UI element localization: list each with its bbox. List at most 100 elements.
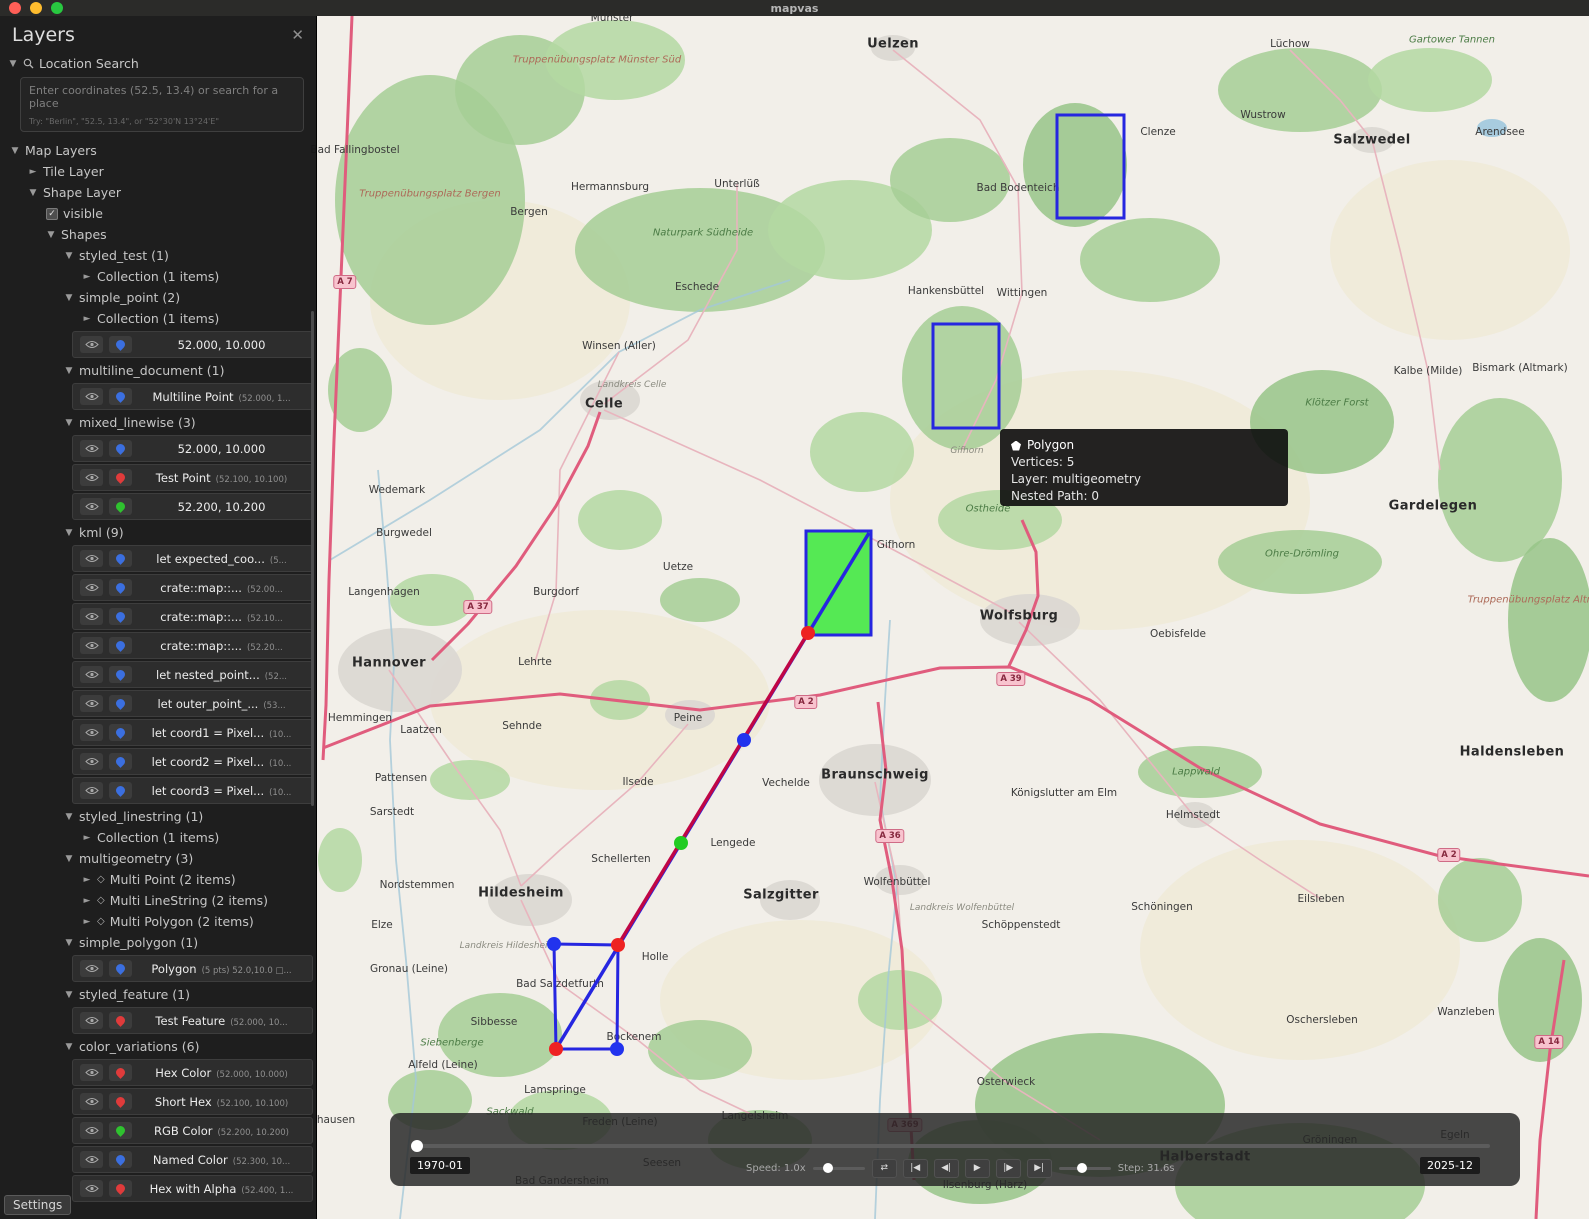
shape-style-button[interactable] — [109, 336, 132, 353]
visibility-eye-button[interactable] — [80, 1012, 103, 1029]
linestring-overlay[interactable] — [618, 633, 808, 945]
collapse-arrow-icon[interactable]: ▼ — [28, 188, 38, 198]
tree-group-collection-1-items[interactable]: ►Collection (1 items) — [0, 827, 316, 848]
play-button[interactable]: ▶ — [965, 1159, 990, 1178]
tree-group-multigeometry-3[interactable]: ▼multigeometry (3) — [0, 848, 316, 869]
shape-style-button[interactable] — [109, 1151, 132, 1168]
collapse-arrow-icon[interactable]: ▼ — [64, 854, 74, 864]
tree-group-tile-layer[interactable]: ►Tile Layer — [0, 161, 316, 182]
timeline-slider[interactable] — [414, 1144, 1490, 1148]
shape-item-let-expected-coo[interactable]: let expected_coo...(5... — [72, 545, 313, 572]
tree-group-styled-feature-1[interactable]: ▼styled_feature (1) — [0, 984, 316, 1005]
visibility-eye-button[interactable] — [80, 1180, 103, 1197]
visibility-eye-button[interactable] — [80, 1064, 103, 1081]
shape-style-button[interactable] — [109, 1122, 132, 1139]
tree-group-styled-test-1[interactable]: ▼styled_test (1) — [0, 245, 316, 266]
speed-slider[interactable] — [813, 1161, 865, 1175]
vertex-marker[interactable] — [611, 938, 625, 952]
collapse-arrow-icon[interactable]: ▼ — [64, 418, 74, 428]
shape-item-let-coord3-pixel[interactable]: let coord3 = Pixel...(10... — [72, 777, 313, 804]
skip-end-button[interactable]: ▶| — [1027, 1159, 1052, 1178]
expand-arrow-icon[interactable]: ► — [82, 833, 92, 843]
tree-group-styled-linestring-1[interactable]: ▼styled_linestring (1) — [0, 806, 316, 827]
visible-checkbox-row[interactable]: ✓visible — [0, 203, 316, 224]
speed-slider-track[interactable] — [813, 1167, 865, 1170]
shape-item-crate-map[interactable]: crate::map::...(52.00... — [72, 574, 313, 601]
shape-item-52-000-10-000[interactable]: 52.000, 10.000 — [72, 331, 313, 358]
collapse-arrow-icon[interactable]: ▼ — [64, 990, 74, 1000]
tree-group-multi-polygon-2-items[interactable]: ►◇Multi Polygon (2 items) — [0, 911, 316, 932]
shape-style-button[interactable] — [109, 960, 132, 977]
skip-start-button[interactable]: |◀ — [903, 1159, 928, 1178]
shape-item-crate-map[interactable]: crate::map::...(52.10... — [72, 603, 313, 630]
collapse-arrow-icon[interactable]: ▼ — [64, 938, 74, 948]
settings-button[interactable]: Settings — [4, 1195, 71, 1215]
visibility-eye-button[interactable] — [80, 753, 103, 770]
shape-item-hex-color[interactable]: Hex Color(52.000, 10.000) — [72, 1059, 313, 1086]
step-back-button[interactable]: ◀| — [934, 1159, 959, 1178]
tree-group-simple-polygon-1[interactable]: ▼simple_polygon (1) — [0, 932, 316, 953]
shape-style-button[interactable] — [109, 782, 132, 799]
timeline-slider-knob[interactable] — [411, 1140, 423, 1152]
vertex-marker[interactable] — [549, 1042, 563, 1056]
vertex-marker[interactable] — [674, 836, 688, 850]
tree-group-multi-linestring-2-items[interactable]: ►◇Multi LineString (2 items) — [0, 890, 316, 911]
shape-style-button[interactable] — [109, 724, 132, 741]
shape-style-button[interactable] — [109, 388, 132, 405]
collapse-arrow-icon[interactable]: ▼ — [64, 1042, 74, 1052]
collapse-arrow-icon[interactable]: ▼ — [64, 812, 74, 822]
expand-arrow-icon[interactable]: ► — [82, 917, 92, 927]
tree-group-multiline-document-1[interactable]: ▼multiline_document (1) — [0, 360, 316, 381]
shape-style-button[interactable] — [109, 666, 132, 683]
shape-item-named-color[interactable]: Named Color(52.300, 10... — [72, 1146, 313, 1173]
shape-item-let-coord2-pixel[interactable]: let coord2 = Pixel...(10... — [72, 748, 313, 775]
close-icon[interactable]: ✕ — [291, 26, 304, 44]
shape-item-test-point[interactable]: Test Point(52.100, 10.100) — [72, 464, 313, 491]
visibility-eye-button[interactable] — [80, 724, 103, 741]
collapse-arrow-icon[interactable]: ▼ — [10, 146, 20, 156]
vertex-marker[interactable] — [801, 626, 815, 640]
tree-group-kml-9[interactable]: ▼kml (9) — [0, 522, 316, 543]
expand-arrow-icon[interactable]: ► — [82, 896, 92, 906]
step-slider-knob[interactable] — [1077, 1163, 1087, 1173]
visibility-eye-button[interactable] — [80, 336, 103, 353]
visibility-eye-button[interactable] — [80, 440, 103, 457]
tree-group-map-layers[interactable]: ▼Map Layers — [0, 140, 316, 161]
tree-group-color-variations-6[interactable]: ▼color_variations (6) — [0, 1036, 316, 1057]
vertex-marker[interactable] — [737, 733, 751, 747]
shape-item-polygon[interactable]: Polygon(5 pts) 52.0,10.0 □... — [72, 955, 313, 982]
visibility-eye-button[interactable] — [80, 579, 103, 596]
collapse-arrow-icon[interactable]: ▼ — [64, 366, 74, 376]
tree-group-simple-point-2[interactable]: ▼simple_point (2) — [0, 287, 316, 308]
shape-item-let-coord1-pixel[interactable]: let coord1 = Pixel...(10... — [72, 719, 313, 746]
step-forward-button[interactable]: |▶ — [996, 1159, 1021, 1178]
visibility-eye-button[interactable] — [80, 550, 103, 567]
shape-item-hex-with-alpha[interactable]: Hex with Alpha(52.400, 1... — [72, 1175, 313, 1202]
shape-style-button[interactable] — [109, 1093, 132, 1110]
visible-checkbox[interactable]: ✓ — [46, 208, 58, 220]
search-input[interactable]: Enter coordinates (52.5, 13.4) or search… — [20, 77, 304, 132]
visibility-eye-button[interactable] — [80, 666, 103, 683]
shape-item-short-hex[interactable]: Short Hex(52.100, 10.100) — [72, 1088, 313, 1115]
shape-item-rgb-color[interactable]: RGB Color(52.200, 10.200) — [72, 1117, 313, 1144]
shape-style-button[interactable] — [109, 579, 132, 596]
collapse-arrow-icon[interactable]: ▼ — [46, 230, 56, 240]
collapse-arrow-icon[interactable]: ▼ — [64, 251, 74, 261]
rectangle-overlay[interactable] — [933, 324, 999, 428]
collapse-arrow-icon[interactable]: ▼ — [64, 293, 74, 303]
shape-item-52-200-10-200[interactable]: 52.200, 10.200 — [72, 493, 313, 520]
visibility-eye-button[interactable] — [80, 469, 103, 486]
tree-group-collection-1-items[interactable]: ►Collection (1 items) — [0, 308, 316, 329]
step-slider[interactable] — [1059, 1161, 1111, 1175]
tree-group-mixed-linewise-3[interactable]: ▼mixed_linewise (3) — [0, 412, 316, 433]
shape-style-button[interactable] — [109, 498, 132, 515]
visibility-eye-button[interactable] — [80, 498, 103, 515]
shape-item-let-outer-point[interactable]: let outer_point_...(53... — [72, 690, 313, 717]
speed-slider-knob[interactable] — [823, 1163, 833, 1173]
shape-item-test-feature[interactable]: Test Feature(52.000, 10... — [72, 1007, 313, 1034]
shape-item-crate-map[interactable]: crate::map::...(52.20... — [72, 632, 313, 659]
shape-item-let-nested-point[interactable]: let nested_point...(52... — [72, 661, 313, 688]
location-search-section[interactable]: ▼ Location Search — [0, 52, 316, 75]
expand-arrow-icon[interactable]: ► — [82, 875, 92, 885]
visibility-eye-button[interactable] — [80, 695, 103, 712]
